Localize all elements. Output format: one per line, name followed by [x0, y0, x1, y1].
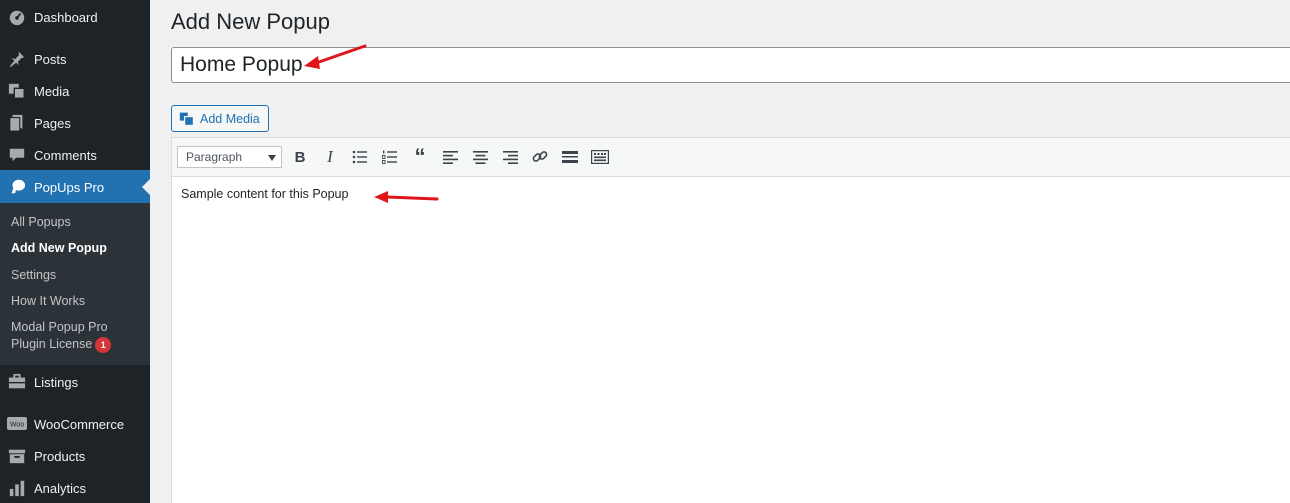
chart-bar-icon	[7, 478, 27, 498]
editor-content[interactable]: Sample content for this Popup	[181, 187, 348, 201]
sidebar-item-popups-pro[interactable]: PopUps Pro	[0, 170, 150, 204]
align-right-icon[interactable]	[499, 146, 521, 168]
woocommerce-icon: Woo	[7, 414, 27, 434]
briefcase-icon	[7, 372, 27, 392]
toolbar-toggle-icon[interactable]	[589, 146, 611, 168]
pin-icon	[7, 49, 27, 69]
chevron-down-icon	[268, 155, 276, 161]
submenu-item-all-popups[interactable]: All Popups	[11, 214, 71, 231]
sidebar-item-comments[interactable]: Comments	[0, 138, 150, 172]
media-icon	[179, 111, 195, 127]
page-title: Add New Popup	[171, 9, 330, 34]
submenu-item-how-it-works[interactable]: How It Works	[11, 293, 85, 310]
sidebar-item-label: PopUps Pro	[34, 179, 105, 195]
link-icon[interactable]	[529, 146, 551, 168]
popup-title-input[interactable]: Home Popup	[171, 47, 1290, 83]
sidebar-item-label: Media	[34, 83, 70, 99]
sidebar-item-posts[interactable]: Posts	[0, 42, 150, 76]
sidebar-item-listings[interactable]: Listings	[0, 365, 150, 399]
submenu-item-license-line1: Modal Popup Pro	[11, 320, 108, 334]
sidebar-item-label: Comments	[34, 147, 97, 163]
numbered-list-icon[interactable]	[379, 146, 401, 168]
sidebar-item-label: Posts	[34, 51, 67, 67]
megaphone-icon	[7, 177, 27, 197]
sidebar-item-woocommerce[interactable]: Woo WooCommerce	[0, 407, 150, 441]
format-select-value: Paragraph	[186, 150, 243, 164]
submenu-item-settings[interactable]: Settings	[11, 267, 56, 284]
media-icon	[7, 81, 27, 101]
sidebar-item-label: WooCommerce	[34, 416, 125, 432]
align-center-icon[interactable]	[469, 146, 491, 168]
sidebar-item-products[interactable]: Products	[0, 439, 150, 473]
pages-icon	[7, 113, 27, 133]
format-select[interactable]: Paragraph	[177, 146, 282, 168]
admin-sidebar: Dashboard Posts Media Pages Comments Pop…	[0, 0, 150, 503]
editor-toolbar: Paragraph B I “	[172, 138, 1290, 177]
submenu-item-license-line2: Plugin License	[11, 337, 93, 351]
submenu-item-license[interactable]: Modal Popup Pro Plugin License 1	[11, 319, 112, 353]
comment-icon	[7, 145, 27, 165]
add-media-label: Add Media	[200, 111, 260, 126]
sidebar-item-label: Dashboard	[34, 9, 98, 25]
popups-submenu: All Popups Add New Popup Settings How It…	[0, 203, 150, 365]
sidebar-item-label: Pages	[34, 115, 71, 131]
sidebar-item-label: Analytics	[34, 480, 87, 496]
notification-badge: 1	[95, 336, 112, 353]
sidebar-item-media[interactable]: Media	[0, 74, 150, 108]
sidebar-item-dashboard[interactable]: Dashboard	[0, 0, 150, 34]
bold-icon[interactable]: B	[289, 146, 311, 168]
submenu-item-add-new-popup[interactable]: Add New Popup	[11, 240, 107, 257]
sidebar-item-label: Listings	[34, 374, 79, 390]
content-editor: Paragraph B I “ Sample content for this …	[171, 137, 1290, 503]
italic-icon[interactable]: I	[319, 146, 341, 168]
align-left-icon[interactable]	[439, 146, 461, 168]
add-media-button[interactable]: Add Media	[171, 105, 269, 132]
blockquote-icon[interactable]: “	[409, 144, 431, 169]
sidebar-item-label: Products	[34, 448, 86, 464]
sidebar-item-pages[interactable]: Pages	[0, 106, 150, 140]
sidebar-item-analytics[interactable]: Analytics	[0, 471, 150, 503]
svg-text:Woo: Woo	[10, 422, 24, 429]
read-more-icon[interactable]	[559, 146, 581, 168]
dashboard-icon	[7, 7, 27, 27]
archive-icon	[7, 446, 27, 466]
bulleted-list-icon[interactable]	[349, 146, 371, 168]
